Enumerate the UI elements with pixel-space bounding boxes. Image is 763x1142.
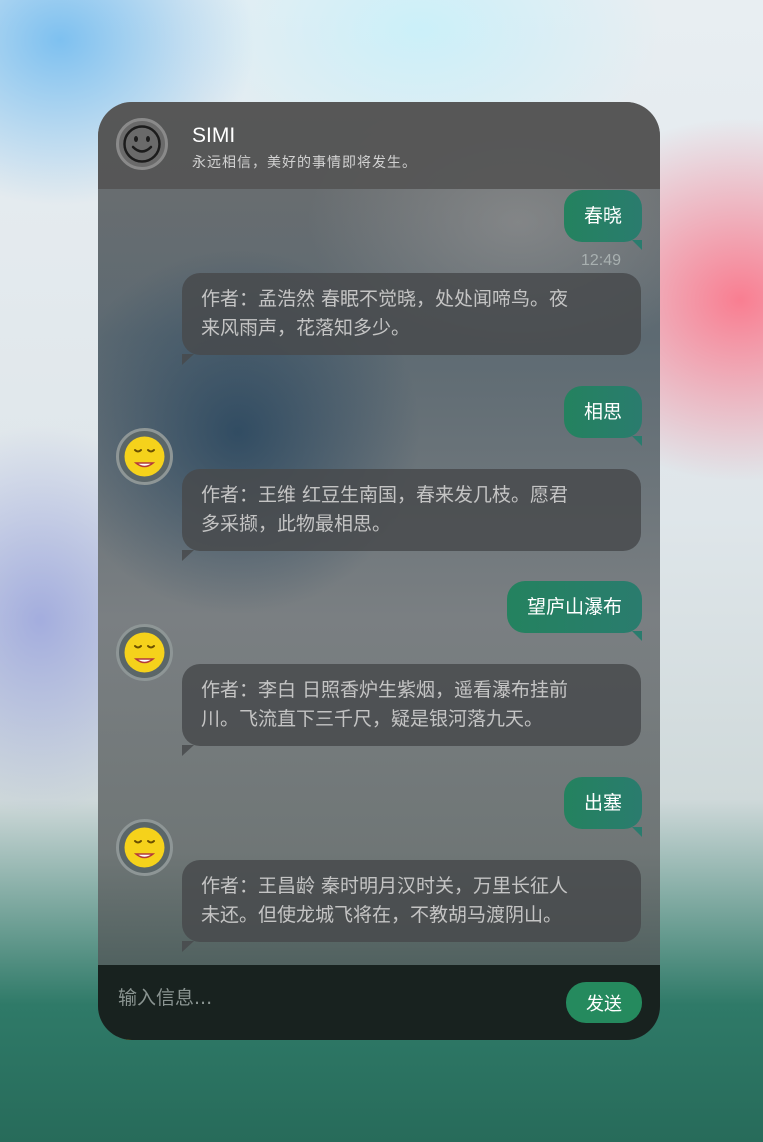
user-message-text: 望庐山瀑布 xyxy=(526,596,622,618)
bot-message: 作者：王昌龄 秦时明月汉时关，万里长征人 未还。但使龙城飞将在，不教胡马渡阴山。 xyxy=(182,860,641,952)
bot-message-line: 多采撷，此物最相思。 xyxy=(201,513,392,535)
bot-message-line: 未还。但使龙城飞将在，不教胡马渡阴山。 xyxy=(201,904,563,926)
contact-avatar[interactable] xyxy=(116,118,168,170)
bot-message-line: 作者：李白 日照香炉生紫烟，遥看瀑布挂前 xyxy=(201,679,569,701)
message-list[interactable]: 春晓 12:49 作者：孟浩然 春眠不觉晓，处处闻啼鸟。夜 来风雨声，花落知多少… xyxy=(98,189,660,1040)
user-message-text: 春晓 xyxy=(583,205,622,227)
bot-message: 作者：王维 红豆生南国，春来发几枝。愿君 多采撷，此物最相思。 xyxy=(182,469,641,561)
user-message: 出塞 xyxy=(563,777,642,837)
yellow-smiley-icon xyxy=(124,632,165,673)
bot-avatar xyxy=(116,819,173,876)
user-message-text: 出塞 xyxy=(583,792,622,814)
bot-avatar xyxy=(116,428,173,485)
bot-avatar xyxy=(116,624,173,681)
smiley-face-icon xyxy=(123,125,161,163)
composer-bar: 发送 xyxy=(98,965,660,1040)
user-message: 相思 xyxy=(563,386,642,446)
yellow-smiley-icon xyxy=(124,827,165,868)
bot-message: 作者：李白 日照香炉生紫烟，遥看瀑布挂前 川。飞流直下三千尺，疑是银河落九天。 xyxy=(182,664,641,756)
contact-status: 永远相信，美好的事情即将发生。 xyxy=(192,155,417,171)
message-timestamp: 12:49 xyxy=(581,252,622,269)
bot-message-line: 作者：孟浩然 春眠不觉晓，处处闻啼鸟。夜 xyxy=(201,288,569,310)
chat-window: SIMI 永远相信，美好的事情即将发生。 春晓 12:49 作者：孟浩然 春眠不… xyxy=(98,102,660,1040)
bot-message-line: 来风雨声，花落知多少。 xyxy=(201,317,411,339)
user-message-text: 相思 xyxy=(583,401,622,423)
bot-message-line: 作者：王维 红豆生南国，春来发几枝。愿君 xyxy=(201,484,569,506)
bot-message: 作者：孟浩然 春眠不觉晓，处处闻啼鸟。夜 来风雨声，花落知多少。 xyxy=(182,273,641,365)
contact-name: SIMI xyxy=(192,124,236,147)
user-message: 望庐山瀑布 xyxy=(506,581,642,641)
bot-message-line: 作者：王昌龄 秦时明月汉时关，万里长征人 xyxy=(201,875,569,897)
bot-message-line: 川。飞流直下三千尺，疑是银河落九天。 xyxy=(201,708,544,730)
yellow-smiley-icon xyxy=(124,436,165,477)
chat-header: SIMI 永远相信，美好的事情即将发生。 xyxy=(98,102,660,189)
send-button[interactable]: 发送 xyxy=(566,982,642,1023)
message-input[interactable] xyxy=(108,979,568,1017)
user-message: 春晓 xyxy=(563,190,642,250)
